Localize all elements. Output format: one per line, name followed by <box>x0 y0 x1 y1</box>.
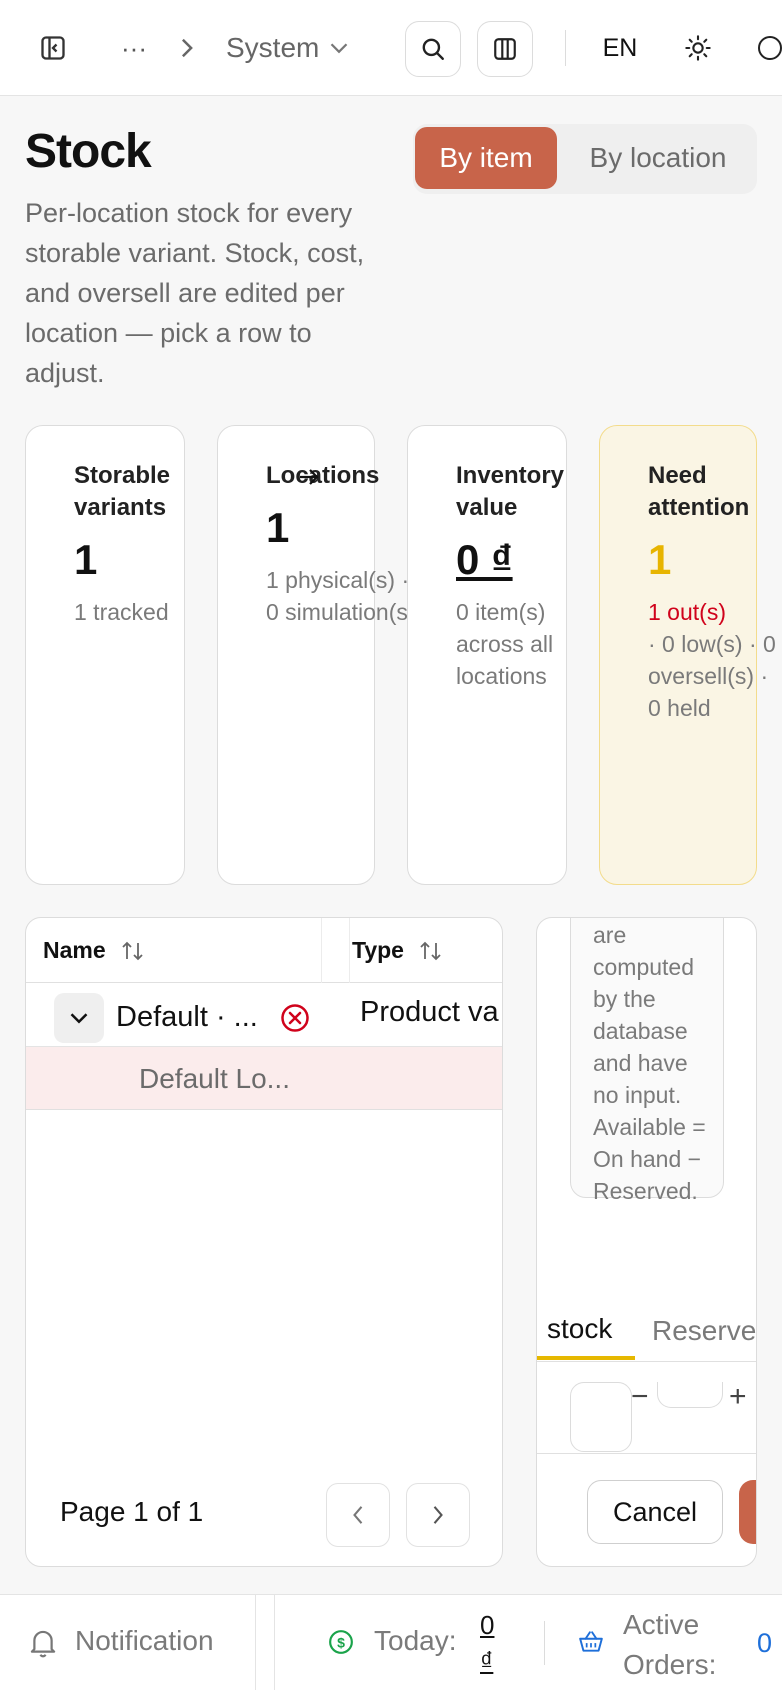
card-need-attention[interactable]: Need attention 1 1 out(s) · 0 low(s) · 0… <box>599 425 776 885</box>
status-bar: Notification $ Today: 0 ₫ Active Orders:… <box>0 1594 782 1690</box>
panel-tabs: stock Reserve <box>537 1302 756 1362</box>
footer-divider <box>544 1621 545 1665</box>
pagination-text: Page 1 of 1 <box>60 1496 204 1527</box>
stock-table: Name Type Default · ... Product va Defau… <box>25 917 503 1567</box>
card-storable-variants: Storable variants 1 1 tracked <box>25 425 185 885</box>
card-value: 0 ₫ <box>456 536 513 583</box>
card-value: 1 <box>266 504 290 551</box>
footer-divider <box>274 1595 275 1690</box>
breadcrumb-more-button[interactable]: ··· <box>112 26 156 70</box>
sidebar-toggle-button[interactable] <box>25 20 81 76</box>
card-sub: 1 tracked <box>74 599 169 625</box>
table-row[interactable]: Default · ... Product va <box>26 983 502 1047</box>
columns-button[interactable] <box>477 21 533 77</box>
card-label: Locations <box>266 462 380 489</box>
column-divider <box>349 918 350 983</box>
table-header: Name Type <box>26 918 502 983</box>
language-button[interactable]: EN <box>590 24 650 72</box>
card-sub: 1 physical(s) · 0 simulation(s) <box>266 567 416 625</box>
user-menu-button[interactable] <box>752 22 782 74</box>
tab-stock[interactable]: stock <box>537 1302 635 1360</box>
chevron-right-icon <box>172 28 202 68</box>
search-button[interactable] <box>405 21 461 77</box>
by-item-button[interactable]: By item <box>415 127 557 189</box>
card-locations[interactable]: Locations 1 1 physical(s) · 0 simulation… <box>217 425 416 885</box>
error-circle-icon <box>281 1004 309 1032</box>
quantity-stepper: − + <box>537 1364 756 1454</box>
language-label: EN <box>602 33 638 62</box>
footer-divider <box>255 1595 256 1690</box>
table-row[interactable]: Default Lo... <box>26 1047 502 1110</box>
columns-icon <box>494 38 516 60</box>
plus-icon[interactable]: + <box>729 1380 747 1414</box>
expand-row-button[interactable] <box>54 993 104 1043</box>
dollar-circle-icon: $ <box>329 1630 353 1654</box>
sort-icon <box>122 941 143 960</box>
row-name: Default · ... <box>116 1001 258 1033</box>
toolbar-divider <box>565 30 566 66</box>
card-inventory-value: Inventory value 0 ₫ 0 item(s) across all… <box>407 425 567 885</box>
sort-icon <box>420 941 441 960</box>
row-type: Product va <box>360 996 499 1028</box>
quantity-input[interactable] <box>570 1382 632 1452</box>
adjust-stock-panel: are computed by the database and have no… <box>536 917 757 1567</box>
chevron-down-icon <box>331 43 348 54</box>
card-label: Storable variants <box>74 462 171 521</box>
notification-label[interactable]: Notification <box>75 1625 214 1657</box>
card-sub-alert: 1 out(s) <box>648 599 726 625</box>
info-note: are computed by the database and have no… <box>570 918 724 1204</box>
theme-toggle-button[interactable] <box>672 22 724 74</box>
save-button[interactable] <box>739 1480 756 1544</box>
card-label: Need attention <box>648 462 750 521</box>
svg-text:$: $ <box>337 1634 345 1650</box>
breadcrumb-current-label: System <box>226 32 320 63</box>
chevron-left-icon <box>353 1506 363 1524</box>
by-location-button[interactable]: By location <box>561 127 755 189</box>
active-orders-value[interactable]: 0 <box>757 1625 772 1661</box>
basket-icon <box>579 1631 603 1652</box>
card-sub: · 0 low(s) · 0 oversell(s) · 0 held <box>648 631 776 721</box>
page-title: Stock <box>25 125 152 178</box>
card-label: Inventory value <box>456 462 565 521</box>
card-value: 1 <box>74 536 98 583</box>
search-icon <box>422 38 444 60</box>
info-note-text: are computed by the database and have no… <box>593 922 706 1204</box>
today-value: 0 ₫ <box>480 1610 495 1676</box>
more-icon: ··· <box>121 32 147 63</box>
user-circle-icon <box>758 36 782 60</box>
minus-icon[interactable]: − <box>631 1380 649 1414</box>
chevron-right-icon <box>433 1506 443 1524</box>
column-divider <box>321 918 322 983</box>
today-label: Today: <box>374 1625 457 1656</box>
column-header-type[interactable]: Type <box>352 918 444 983</box>
view-toggle: By item By location <box>413 124 757 194</box>
column-label: Type <box>352 937 404 963</box>
quantity-field[interactable] <box>657 1382 723 1408</box>
active-orders-label: Active Orders: <box>623 1609 717 1680</box>
card-sub: 0 item(s) across all locations <box>456 599 554 689</box>
chevron-down-icon <box>70 1013 88 1024</box>
top-bar: ··· System EN <box>0 0 782 96</box>
column-header-name[interactable]: Name <box>43 918 146 983</box>
sidebar-toggle-icon <box>41 36 65 60</box>
next-page-button[interactable] <box>406 1483 470 1547</box>
bell-icon <box>30 1630 56 1658</box>
column-label: Name <box>43 937 106 963</box>
cancel-button[interactable]: Cancel <box>587 1480 723 1544</box>
card-value: 1 <box>648 536 672 583</box>
breadcrumb-current[interactable]: System <box>226 24 349 72</box>
sun-icon <box>685 35 711 61</box>
previous-page-button[interactable] <box>326 1483 390 1547</box>
row-name: Default Lo... <box>139 1063 290 1094</box>
page-description: Per-location stock for every storable va… <box>25 198 365 388</box>
cursor-arrow-icon <box>300 469 319 485</box>
tab-reserved[interactable]: Reserve <box>652 1302 756 1360</box>
